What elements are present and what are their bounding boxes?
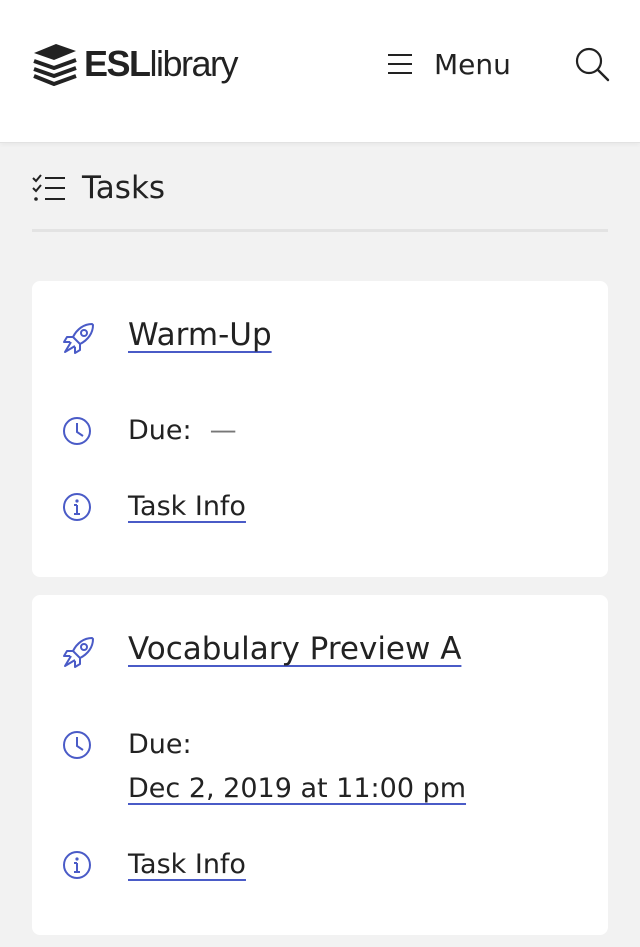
due-row: Due: — xyxy=(128,415,237,446)
due-date-link[interactable]: Dec 2, 2019 at 11:00 pm xyxy=(128,773,466,804)
task-title-link[interactable]: Vocabulary Preview A xyxy=(128,631,461,667)
tasks-heading: Tasks xyxy=(32,166,608,232)
info-icon xyxy=(62,492,94,524)
logo-text: ESLlibrary xyxy=(84,43,239,84)
esl-library-logo[interactable]: ESLlibrary xyxy=(32,40,239,88)
page-title: Tasks xyxy=(82,170,166,206)
search-button[interactable] xyxy=(572,44,612,84)
task-info-link[interactable]: Task Info xyxy=(128,849,246,880)
task-card: Vocabulary Preview A Due: Dec 2, 2019 at… xyxy=(32,595,608,935)
hamburger-icon xyxy=(388,54,412,74)
info-icon xyxy=(62,850,94,882)
task-card: Warm-Up Due: — Task Info xyxy=(32,281,608,577)
rocket-icon xyxy=(62,321,94,354)
search-icon xyxy=(575,47,610,82)
due-value: — xyxy=(209,415,237,446)
clock-icon xyxy=(62,730,94,762)
menu-button[interactable]: Menu xyxy=(386,44,511,84)
site-header: ESLlibrary Menu xyxy=(0,0,640,143)
menu-label: Menu xyxy=(434,47,511,81)
task-info-link[interactable]: Task Info xyxy=(128,491,246,522)
stacked-books-icon xyxy=(33,44,77,86)
clock-icon xyxy=(62,416,94,448)
task-title-link[interactable]: Warm-Up xyxy=(128,317,272,353)
due-label: Due: xyxy=(128,415,192,446)
due-label: Due: xyxy=(128,729,192,760)
rocket-icon xyxy=(62,635,94,668)
checklist-icon xyxy=(32,174,65,201)
